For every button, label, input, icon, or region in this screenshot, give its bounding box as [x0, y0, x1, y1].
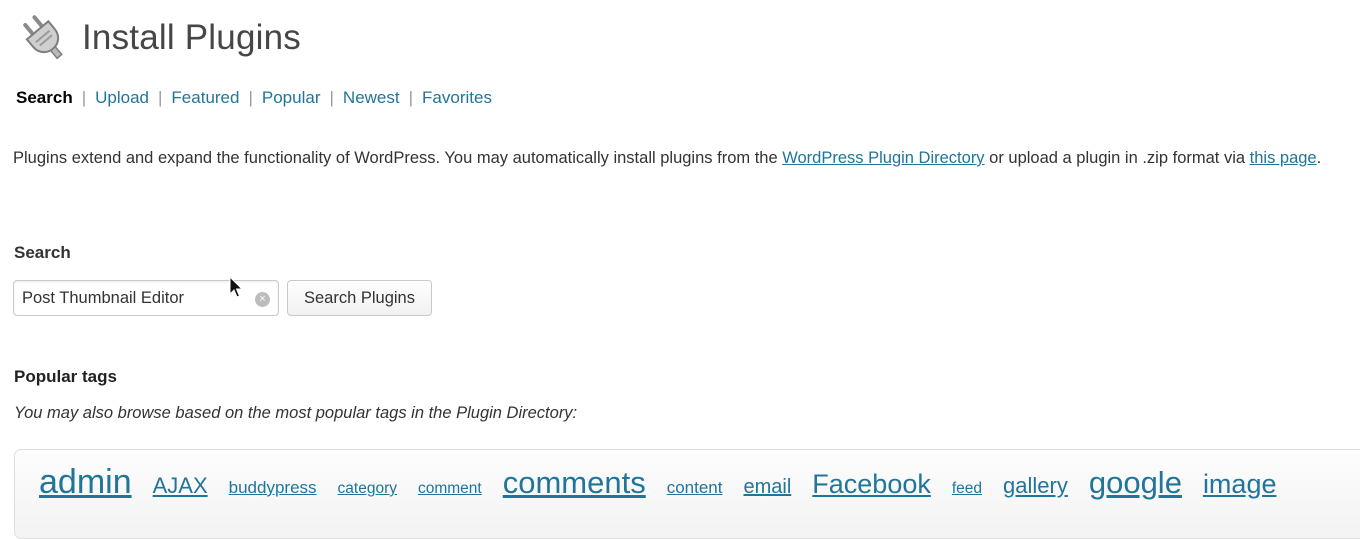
- subnav-separator: |: [329, 88, 334, 107]
- intro-text-after: .: [1316, 149, 1322, 167]
- subnav-featured[interactable]: Featured: [171, 88, 239, 108]
- popular-tags-heading: Popular tags: [14, 367, 117, 386]
- tag-link-google[interactable]: google: [1089, 451, 1182, 515]
- search-heading: Search: [14, 243, 71, 262]
- tag-link-feed[interactable]: feed: [952, 457, 982, 521]
- tag-cloud: admin AJAX buddypress category comment commen…: [14, 449, 1360, 539]
- install-subnav: Search | Upload | Featured | Popular | N…: [16, 88, 492, 108]
- intro-text-middle: or upload a plugin in .zip format via: [984, 149, 1250, 167]
- subnav-separator: |: [408, 88, 414, 107]
- subnav-popular[interactable]: Popular: [262, 88, 321, 108]
- popular-tags-description: You may also browse based on the most po…: [14, 404, 578, 422]
- upload-page-link[interactable]: this page: [1250, 149, 1317, 167]
- tag-cloud-row: admin AJAX buddypress category comment commen…: [39, 450, 1297, 514]
- subnav-separator: |: [81, 88, 87, 107]
- tag-link-category[interactable]: category: [338, 457, 397, 521]
- mouse-pointer-icon: [229, 276, 244, 298]
- search-form: × Search Plugins: [13, 280, 432, 316]
- tag-link-image[interactable]: image: [1203, 452, 1277, 516]
- tag-link-buddypress[interactable]: buddypress: [229, 456, 317, 520]
- subnav-separator: |: [248, 88, 253, 107]
- subnav-newest[interactable]: Newest: [343, 88, 400, 108]
- plugin-directory-link[interactable]: WordPress Plugin Directory: [782, 149, 984, 167]
- tag-link-content[interactable]: content: [667, 456, 723, 520]
- clear-icon[interactable]: ×: [255, 292, 270, 307]
- intro-text: Plugins extend and expand the functional…: [13, 145, 1353, 171]
- plugin-plug-icon: [23, 15, 63, 60]
- tag-link-admin[interactable]: admin: [39, 450, 132, 514]
- tag-link-comment[interactable]: comment: [418, 457, 482, 521]
- search-plugins-button[interactable]: Search Plugins: [287, 280, 432, 316]
- subnav-search[interactable]: Search: [16, 88, 73, 108]
- subnav-separator: |: [158, 88, 163, 107]
- subnav-upload[interactable]: Upload: [95, 88, 149, 108]
- tag-link-facebook[interactable]: Facebook: [812, 452, 931, 516]
- tag-link-gallery[interactable]: gallery: [1003, 454, 1068, 518]
- subnav-favorites[interactable]: Favorites: [422, 88, 492, 108]
- page-header: Install Plugins: [16, 10, 301, 66]
- page-title: Install Plugins: [82, 18, 301, 57]
- tag-link-comments[interactable]: comments: [503, 451, 646, 515]
- intro-text-before: Plugins extend and expand the functional…: [13, 149, 783, 167]
- tag-link-email[interactable]: email: [743, 455, 791, 519]
- search-input[interactable]: [14, 288, 247, 308]
- tag-link-ajax[interactable]: AJAX: [153, 454, 208, 518]
